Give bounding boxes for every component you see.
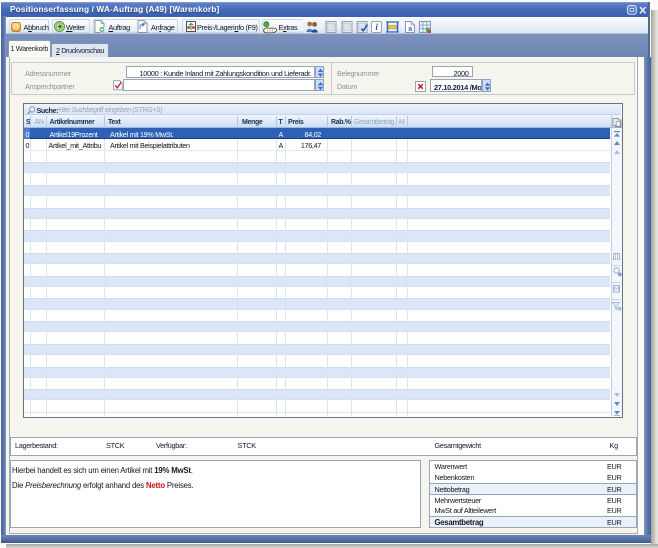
- svg-text:a: a: [408, 26, 412, 33]
